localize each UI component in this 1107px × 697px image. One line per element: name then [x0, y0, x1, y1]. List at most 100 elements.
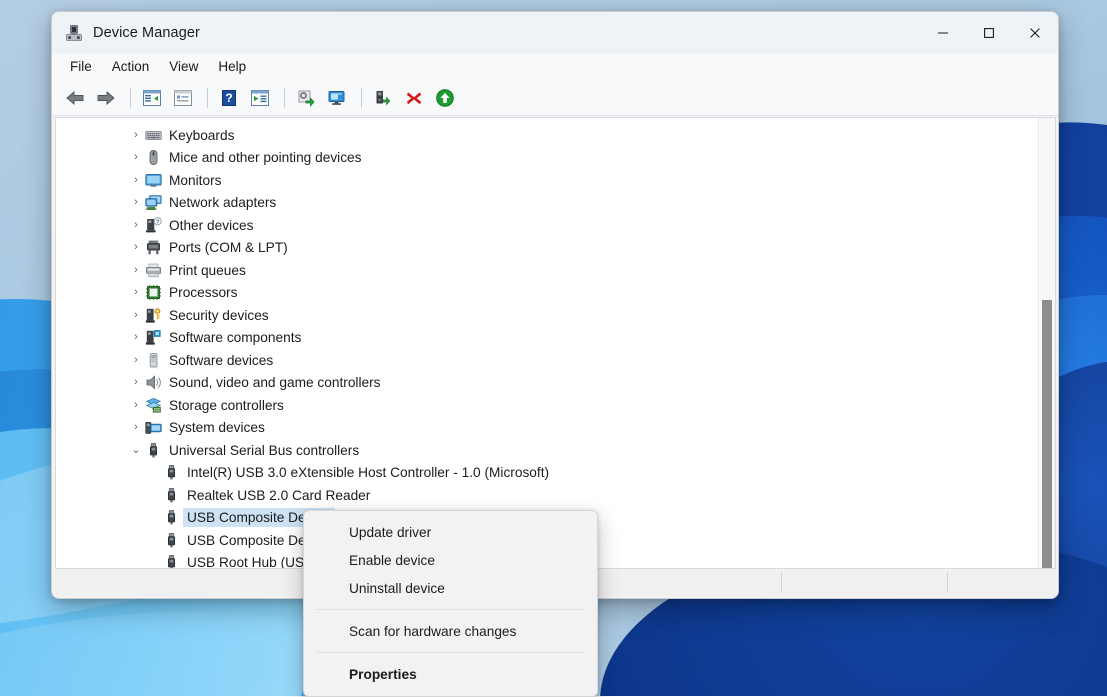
context-menu-item[interactable]: Update driver — [304, 518, 597, 546]
usb-icon — [162, 531, 180, 549]
show-console-tree-button[interactable] — [138, 84, 166, 112]
device-category-row[interactable]: › Software devices — [56, 349, 1038, 372]
software-component-icon — [144, 329, 162, 347]
network-adapter-icon — [144, 194, 162, 212]
usb-icon — [162, 486, 180, 504]
chevron-right-icon[interactable]: › — [128, 332, 144, 343]
device-label: Security devices — [169, 308, 273, 323]
device-label: Realtek USB 2.0 Card Reader — [187, 488, 374, 503]
vertical-scrollbar[interactable] — [1038, 118, 1055, 568]
device-label: Print queues — [169, 263, 250, 278]
menu-file[interactable]: File — [60, 56, 102, 78]
help-button[interactable]: ? — [215, 84, 243, 112]
context-menu-separator — [316, 609, 585, 610]
device-category-row[interactable]: › Ports (COM & LPT) — [56, 237, 1038, 260]
device-item-row[interactable]: Intel(R) USB 3.0 eXtensible Host Control… — [56, 462, 1038, 485]
chevron-right-icon[interactable]: › — [128, 422, 144, 433]
device-label: Sound, video and game controllers — [169, 375, 385, 390]
device-label: Software devices — [169, 353, 277, 368]
window-title: Device Manager — [93, 25, 200, 41]
chevron-right-icon[interactable]: › — [128, 175, 144, 186]
device-context-menu: Update driverEnable deviceUninstall devi… — [303, 510, 598, 697]
enable-device-button[interactable] — [369, 84, 397, 112]
chevron-right-icon[interactable]: › — [128, 400, 144, 411]
chevron-right-icon[interactable]: › — [128, 220, 144, 231]
keyboard-icon — [144, 126, 162, 144]
back-button[interactable] — [61, 84, 89, 112]
menu-view[interactable]: View — [159, 56, 208, 78]
scrollbar-thumb[interactable] — [1042, 300, 1052, 568]
device-category-row[interactable]: › Network adapters — [56, 192, 1038, 215]
svg-text:?: ? — [155, 219, 159, 225]
chevron-right-icon[interactable]: › — [128, 310, 144, 321]
device-label: Ports (COM & LPT) — [169, 240, 292, 255]
device-category-row[interactable]: › Keyboards — [56, 124, 1038, 147]
device-category-row[interactable]: ›Processors — [56, 282, 1038, 305]
chevron-down-icon[interactable]: ⌄ — [128, 445, 144, 456]
device-category-row[interactable]: ›System devices — [56, 417, 1038, 440]
toolbar-separator-2 — [207, 88, 208, 108]
device-label: Network adapters — [169, 195, 280, 210]
update-driver-toolbar-button[interactable] — [292, 84, 320, 112]
device-item-row[interactable]: Realtek USB 2.0 Card Reader — [56, 484, 1038, 507]
forward-button[interactable] — [92, 84, 120, 112]
software-device-icon — [144, 351, 162, 369]
device-category-row[interactable]: › Monitors — [56, 169, 1038, 192]
device-category-row[interactable]: › Storage controllers — [56, 394, 1038, 417]
device-category-row[interactable]: › Security devices — [56, 304, 1038, 327]
printer-icon — [144, 261, 162, 279]
toolbar-separator-4 — [361, 88, 362, 108]
menu-bar: File Action View Help — [52, 54, 1058, 80]
speaker-icon — [144, 374, 162, 392]
minimize-button[interactable] — [920, 12, 966, 54]
chevron-right-icon[interactable]: › — [128, 130, 144, 141]
security-device-icon — [144, 306, 162, 324]
toolbar-separator-3 — [284, 88, 285, 108]
uninstall-device-button[interactable] — [400, 84, 428, 112]
device-label: Mice and other pointing devices — [169, 150, 366, 165]
context-menu-item[interactable]: Properties — [304, 660, 597, 688]
menu-help[interactable]: Help — [208, 56, 256, 78]
storage-controller-icon — [144, 396, 162, 414]
chevron-right-icon[interactable]: › — [128, 265, 144, 276]
context-menu-separator — [316, 652, 585, 653]
device-category-row[interactable]: ›?Other devices — [56, 214, 1038, 237]
mouse-icon — [144, 149, 162, 167]
device-category-row[interactable]: ⌄Universal Serial Bus controllers — [56, 439, 1038, 462]
toolbar: ? — [52, 80, 1058, 116]
device-category-row[interactable]: › Software components — [56, 327, 1038, 350]
device-label: Keyboards — [169, 128, 238, 143]
usb-icon — [162, 554, 180, 568]
device-manager-icon — [65, 24, 83, 42]
context-menu-item[interactable]: Scan for hardware changes — [304, 617, 597, 645]
update-driver-green-button[interactable] — [431, 84, 459, 112]
chevron-right-icon[interactable]: › — [128, 355, 144, 366]
device-category-row[interactable]: › Sound, video and game controllers — [56, 372, 1038, 395]
port-icon — [144, 239, 162, 257]
monitor-icon — [144, 171, 162, 189]
status-panel-2 — [782, 569, 947, 596]
chevron-right-icon[interactable]: › — [128, 242, 144, 253]
scan-hardware-changes-button[interactable] — [323, 84, 351, 112]
usb-icon — [144, 441, 162, 459]
device-category-row[interactable]: › Print queues — [56, 259, 1038, 282]
device-tree-pane: › Keyboards › Mice and other pointing devic… — [55, 117, 1056, 568]
device-category-row[interactable]: › Mice and other pointing devices — [56, 147, 1038, 170]
properties-button[interactable] — [169, 84, 197, 112]
svg-text:?: ? — [225, 91, 232, 105]
device-label: Storage controllers — [169, 398, 288, 413]
maximize-button[interactable] — [966, 12, 1012, 54]
chevron-right-icon[interactable]: › — [128, 377, 144, 388]
chevron-right-icon[interactable]: › — [128, 197, 144, 208]
device-label: Software components — [169, 330, 305, 345]
device-label: Monitors — [169, 173, 225, 188]
chevron-right-icon[interactable]: › — [128, 152, 144, 163]
close-button[interactable] — [1012, 12, 1058, 54]
show-hidden-devices-button[interactable] — [246, 84, 274, 112]
context-menu-item[interactable]: Uninstall device — [304, 574, 597, 602]
chevron-right-icon[interactable]: › — [128, 287, 144, 298]
device-label: Intel(R) USB 3.0 eXtensible Host Control… — [187, 465, 553, 480]
menu-action[interactable]: Action — [102, 56, 160, 78]
context-menu-item[interactable]: Enable device — [304, 546, 597, 574]
title-bar[interactable]: Device Manager — [52, 12, 1058, 54]
